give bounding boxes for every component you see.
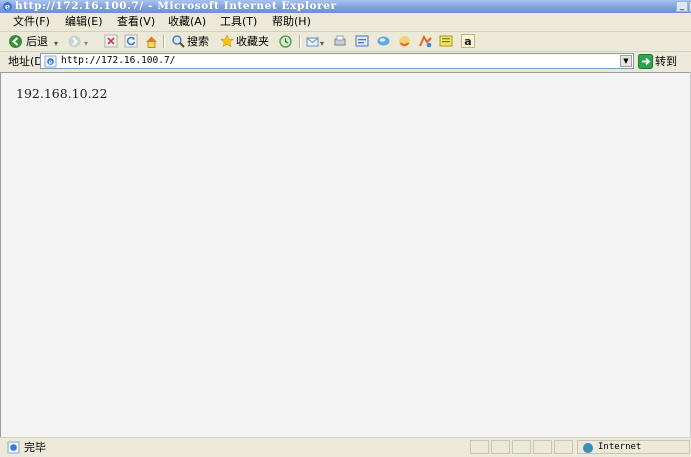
back-dropdown-icon[interactable]: ▾ xyxy=(54,37,58,50)
svg-text:e: e xyxy=(5,2,10,12)
ie-logo-icon: e xyxy=(2,1,13,12)
page-icon: e xyxy=(44,55,57,71)
menu-view[interactable]: 查看(V) xyxy=(117,15,155,29)
menu-file[interactable]: 文件(F) xyxy=(13,15,50,29)
page-text: 192.168.10.22 xyxy=(16,86,108,101)
zone-label: Internet xyxy=(598,442,642,452)
menu-edit[interactable]: 编辑(E) xyxy=(65,15,103,29)
back-button[interactable]: 后退 xyxy=(26,35,48,48)
home-icon[interactable] xyxy=(144,34,159,49)
book-icon[interactable] xyxy=(439,34,453,49)
refresh-icon[interactable] xyxy=(124,34,138,49)
back-arrow-icon[interactable] xyxy=(8,34,23,49)
search-icon[interactable] xyxy=(171,34,185,49)
status-panel xyxy=(491,440,510,454)
favorites-star-icon[interactable] xyxy=(220,34,234,49)
title-bar[interactable]: e http://172.16.100.7/ - Microsoft Inter… xyxy=(0,0,691,13)
messenger-icon[interactable] xyxy=(397,34,412,49)
edit-icon[interactable] xyxy=(355,34,369,49)
menu-tools[interactable]: 工具(T) xyxy=(220,15,257,29)
go-arrow-icon[interactable] xyxy=(638,54,653,72)
go-button[interactable]: 转到 xyxy=(655,55,677,68)
menu-bar: 文件(F) 编辑(E) 查看(V) 收藏(A) 工具(T) 帮助(H) xyxy=(0,13,691,32)
search-button[interactable]: 搜索 xyxy=(187,35,209,48)
discuss-icon[interactable] xyxy=(376,34,391,49)
status-panel xyxy=(554,440,573,454)
toolbar-divider xyxy=(163,35,165,48)
svg-text:e: e xyxy=(49,59,53,66)
svg-text:a: a xyxy=(464,35,471,48)
window-title: http://172.16.100.7/ - Microsoft Interne… xyxy=(15,0,337,12)
menu-favorites[interactable]: 收藏(A) xyxy=(168,15,206,29)
toolbar-divider xyxy=(299,35,301,48)
menu-help[interactable]: 帮助(H) xyxy=(272,15,311,29)
history-icon[interactable] xyxy=(278,34,293,49)
status-text: 完毕 xyxy=(24,441,46,454)
status-bar: 完毕 Internet xyxy=(0,437,691,456)
mail-dropdown-icon[interactable]: ▾ xyxy=(320,37,324,50)
page-content: 192.168.10.22 xyxy=(0,72,690,437)
address-url: http://172.16.100.7/ xyxy=(61,55,176,66)
address-bar: 地址(D) e http://172.16.100.7/ ▼ 转到 xyxy=(0,52,691,71)
address-input[interactable]: e http://172.16.100.7/ ▼ xyxy=(40,53,634,69)
standard-toolbar: 后退 ▾ ▾ 搜索 收藏夹 ▾ a xyxy=(0,32,691,52)
research-icon[interactable] xyxy=(418,34,433,49)
print-icon[interactable] xyxy=(333,34,347,49)
forward-arrow-icon[interactable] xyxy=(67,34,82,49)
amazon-icon[interactable]: a xyxy=(461,34,475,49)
minimize-button[interactable]: _ xyxy=(676,1,688,12)
status-panel xyxy=(512,440,531,454)
security-zone[interactable]: Internet xyxy=(577,440,690,454)
stop-icon[interactable] xyxy=(104,34,118,49)
address-dropdown-icon[interactable]: ▼ xyxy=(620,55,632,67)
favorites-button[interactable]: 收藏夹 xyxy=(236,35,269,48)
forward-dropdown-icon[interactable]: ▾ xyxy=(84,37,88,50)
mail-icon[interactable] xyxy=(306,34,321,49)
status-panel xyxy=(470,440,489,454)
status-panel xyxy=(533,440,552,454)
